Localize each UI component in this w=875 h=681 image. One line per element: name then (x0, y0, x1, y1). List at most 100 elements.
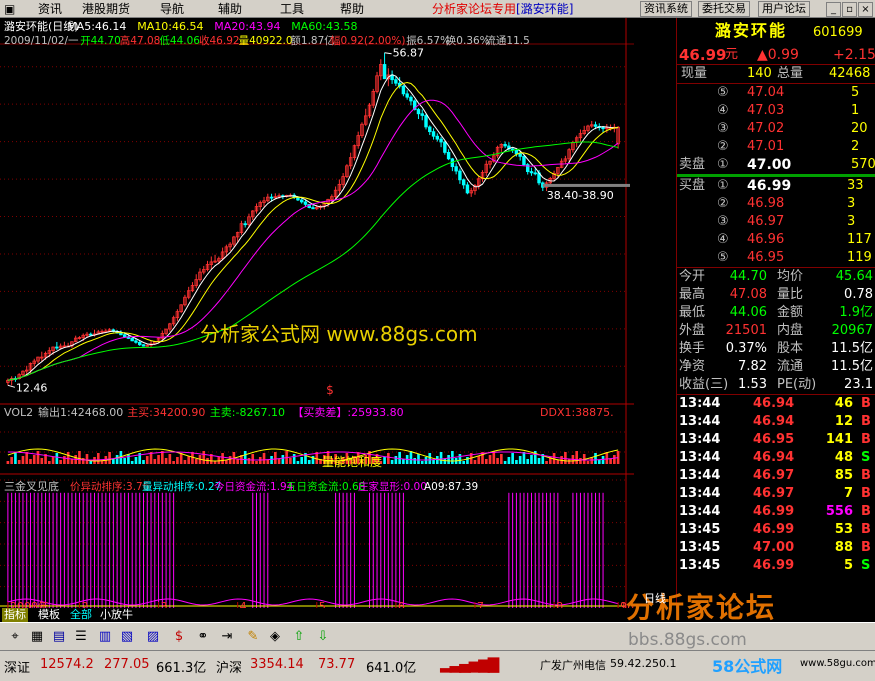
eti-icon[interactable]: ▤ (50, 628, 68, 646)
vol-bar (274, 452, 277, 464)
stat-label: 最低 (679, 305, 706, 320)
list-icon[interactable]: ☰ (72, 628, 90, 646)
ind-series-2: 今日资金流:1.94 (214, 480, 294, 493)
vol-annotation: 量能饱和度 (322, 454, 382, 469)
quote-price-row: 46.99 元 ▲0.99 +2.15 (677, 46, 875, 64)
user-forum-button[interactable]: 用户论坛 (758, 1, 810, 17)
menu-assist[interactable]: 辅助 (218, 1, 242, 17)
ask-volume: 5 (851, 85, 860, 100)
close-icon[interactable]: × (858, 2, 873, 17)
stat-value-2: 20967 (831, 323, 873, 338)
vol-bar (466, 457, 469, 464)
candle-body (130, 338, 134, 342)
vol-bar (398, 452, 401, 464)
vol-bar (127, 454, 130, 464)
header-volume: 量40922.0 (239, 35, 293, 47)
menu-hk-futures[interactable]: 港股期货 (82, 1, 130, 17)
trade-button[interactable]: 委托交易 (698, 1, 750, 17)
vol-bar (567, 459, 571, 464)
minimize-icon[interactable]: _ (826, 2, 841, 17)
broker-server[interactable]: 广发广州电信 (540, 657, 606, 673)
tick-time: 13:45 (679, 522, 721, 537)
dollar-marker: $ (326, 383, 334, 397)
menu-navigate[interactable]: 导航 (160, 1, 184, 17)
tab-template[interactable]: 模板 (36, 608, 62, 622)
tick-price: 46.99 (753, 558, 795, 573)
candle-body (428, 126, 432, 133)
stat-label-2: 股本 (777, 341, 804, 356)
indicator-icon[interactable]: ▨ (144, 628, 162, 646)
bid-level: ④ (717, 232, 729, 247)
tab-indicator[interactable]: 指标 (2, 608, 28, 622)
stat-value: 1.53 (738, 377, 767, 392)
header-open: 开44.70 (80, 35, 121, 47)
ind-line (7, 598, 619, 606)
stat-label-2: 流通 (777, 359, 804, 374)
arrow-up-icon[interactable]: ⇧ (290, 628, 308, 646)
vol-bar (130, 461, 134, 464)
candle-body (243, 223, 247, 226)
rsi-icon[interactable]: ▧ (118, 628, 136, 646)
now-vol-label: 现量 (681, 66, 708, 81)
cursor-icon[interactable]: ⌖ (6, 628, 24, 646)
stat-row-2: 最低 44.06 金额 1.9亿 (677, 304, 875, 322)
kline-chart-svg[interactable]: 15.0020.0025.0030.0035.0040.0045.0050.00… (0, 18, 634, 608)
vol-bar (473, 460, 477, 464)
vol-bar (36, 451, 40, 464)
money-icon[interactable]: $ (170, 628, 188, 646)
candle-body (409, 96, 413, 102)
candle-body (514, 149, 519, 155)
pencil-icon[interactable]: ✎ (244, 628, 262, 646)
chart-area[interactable]: 15.0020.0025.0030.0035.0040.0045.0050.00… (0, 18, 634, 608)
menu-tools[interactable]: 工具 (280, 1, 304, 17)
menu-news[interactable]: 资讯 (38, 1, 62, 17)
vol-bar (187, 456, 191, 464)
vol-bar (443, 459, 447, 464)
bid-level: ③ (717, 214, 729, 229)
tick-side: B (861, 522, 871, 537)
export-icon[interactable]: ⇥ (218, 628, 236, 646)
tick-volume: 53 (834, 522, 853, 537)
vol-bar (522, 452, 526, 464)
tick-time: 13:44 (679, 450, 721, 465)
vol-bar (247, 458, 251, 464)
candle-body (593, 124, 598, 127)
sz-amount: 661.3亿 (156, 661, 207, 676)
ind-series-1: 量异动排序:0.27 (142, 480, 221, 493)
app-icon[interactable]: ▣ (4, 1, 15, 17)
vol-bar (168, 454, 172, 464)
vol-bar (258, 457, 262, 464)
tick-volume: 556 (825, 504, 853, 519)
bid-level: ② (717, 196, 729, 211)
candle-body (522, 155, 526, 166)
tick-volume: 48 (834, 450, 853, 465)
ind-series-3: 五日资金流:0.68 (286, 480, 365, 493)
vol-bar (579, 458, 582, 464)
menu-help[interactable]: 帮助 (340, 1, 364, 17)
candle-body (134, 340, 138, 343)
axis-column (634, 18, 676, 608)
vol-bar (96, 453, 100, 464)
link-icon[interactable]: ⚭ (194, 628, 212, 646)
stat-value-2: 23.1 (844, 377, 873, 392)
candle-body (405, 93, 409, 98)
header-swing: 振6.57% (406, 34, 450, 47)
tab-all[interactable]: 全部 (68, 608, 94, 622)
bid-row-0: 买盘 ① 46.99 33 (677, 177, 875, 195)
grid-icon[interactable]: ▦ (28, 628, 46, 646)
header-turnover: 换0.36% (446, 34, 490, 47)
tick-volume: 5 (843, 558, 853, 573)
x-tick-label-6: 7 (477, 600, 484, 608)
vol-bar (281, 455, 285, 464)
kline-icon[interactable]: ▥ (96, 628, 114, 646)
arrow-down-icon[interactable]: ⇩ (314, 628, 332, 646)
vol-bar (228, 456, 232, 464)
zoom-icon[interactable]: ◈ (266, 628, 284, 646)
tick-row-5: 13:44 46.97 7 B (677, 485, 875, 503)
restore-icon[interactable]: ▫ (842, 2, 857, 17)
vol-bar (225, 460, 228, 464)
news-system-button[interactable]: 资讯系统 (640, 1, 692, 17)
stat-row-5: 净资 7.82 流通 11.5亿 (677, 358, 875, 376)
tab-xiaofangniu[interactable]: 小放牛 (98, 608, 135, 622)
vol-bar (262, 453, 266, 464)
